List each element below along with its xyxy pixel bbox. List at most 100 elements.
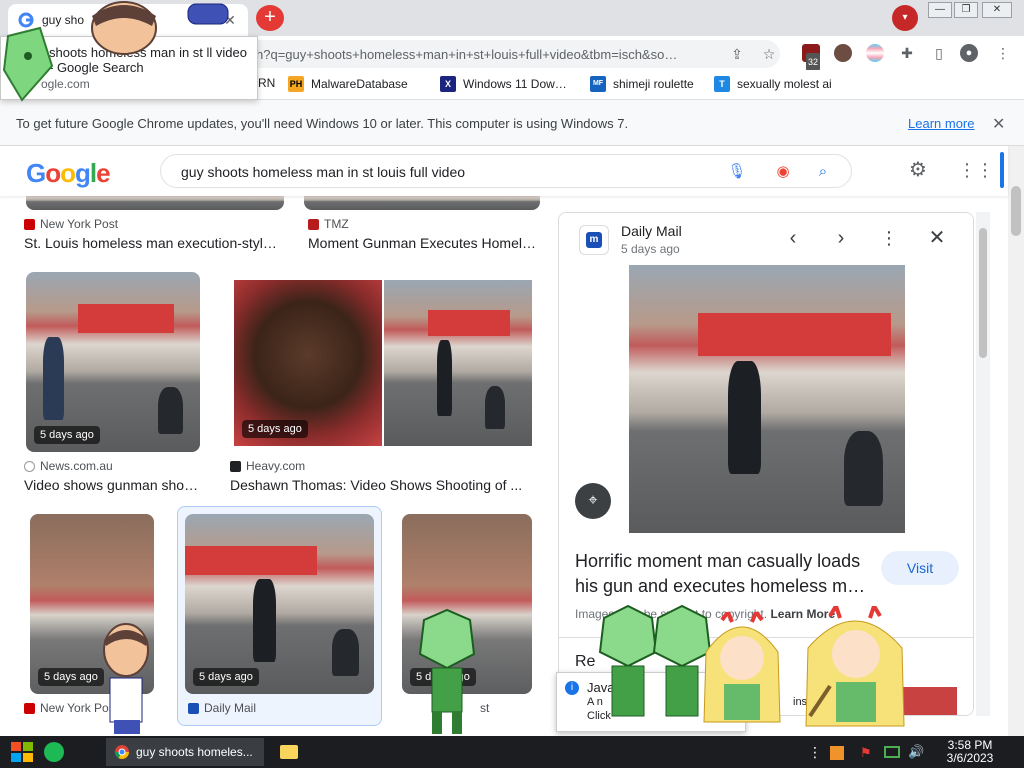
source-logo: m	[579, 225, 609, 255]
mascot-princess-icon[interactable]	[700, 612, 784, 738]
chrome-icon	[115, 745, 129, 759]
age-badge: 5 days ago	[34, 426, 100, 444]
search-icon[interactable]: ⌕	[813, 162, 833, 182]
file-explorer-taskbar-icon[interactable]	[280, 738, 298, 766]
figure	[484, 386, 506, 430]
source-label: New York Post	[40, 217, 119, 231]
mascot-cartoon-man-icon[interactable]	[78, 0, 238, 58]
result-source[interactable]: New York Post	[24, 217, 118, 231]
age-badge: 5 days ago	[193, 668, 259, 686]
profile-avatar-icon[interactable]: ●	[960, 44, 978, 62]
tray-overflow-icon[interactable]: ⋮	[808, 744, 822, 761]
mascot-cartoon-man-icon[interactable]	[98, 620, 154, 738]
mascot-gem-icon[interactable]	[410, 608, 484, 738]
side-panel-icon[interactable]: ▯	[930, 44, 948, 62]
scrollbar-thumb[interactable]	[979, 228, 987, 358]
network-icon[interactable]	[884, 746, 900, 758]
clock-date: 3/6/2023	[946, 751, 994, 765]
infobar-message: To get future Google Chrome updates, you…	[16, 116, 629, 131]
search-input[interactable]: guy shoots homeless man in st louis full…	[160, 154, 852, 188]
panel-age: 5 days ago	[621, 242, 680, 256]
chrome-taskbar-button[interactable]: guy shoots homeles...	[106, 738, 264, 766]
panel-scrollbar[interactable]	[976, 212, 990, 716]
settings-gear-icon[interactable]: ⚙	[908, 160, 928, 180]
result-title[interactable]: St. Louis homeless man execution-styl…	[24, 235, 284, 251]
ph-icon: PH	[288, 76, 304, 92]
tmz-icon	[308, 218, 319, 230]
figure	[844, 431, 883, 507]
result-title[interactable]: Moment Gunman Executes Homel…	[308, 235, 540, 251]
url-text: h?q=guy+shoots+homeless+man+in+st+louis+…	[256, 47, 678, 62]
windows-start-icon[interactable]	[10, 740, 34, 764]
bookmark-item-windows11[interactable]: X Windows 11 Dow…	[440, 76, 567, 92]
related-heading: Re	[575, 653, 596, 670]
mascot-princess-icon[interactable]	[800, 606, 910, 738]
tray-app-icon[interactable]	[830, 746, 844, 760]
new-tab-button[interactable]: +	[256, 5, 284, 31]
system-clock[interactable]: 3:58 PM 3/6/2023	[940, 739, 1000, 765]
infobar-close-icon[interactable]: ✕	[992, 114, 1005, 134]
action-center-flag-icon[interactable]: ⚑	[860, 745, 872, 761]
page-scrollbar[interactable]	[1008, 146, 1024, 736]
bookmark-label: RN	[258, 76, 276, 90]
update-infobar: To get future Google Chrome updates, you…	[0, 100, 1024, 146]
result-source[interactable]: Heavy.com	[230, 459, 305, 473]
scrollbar-thumb[interactable]	[1011, 186, 1021, 236]
mascot-gem-icon[interactable]	[0, 26, 60, 104]
preview-image[interactable]	[629, 265, 905, 533]
building	[698, 313, 892, 357]
image-result-thumb[interactable]: 5 days ago	[234, 280, 532, 446]
source-label: Daily Mail	[204, 701, 257, 715]
panel-source[interactable]: Daily Mail	[621, 223, 682, 239]
maximize-button[interactable]: ❐	[954, 2, 978, 18]
google-logo[interactable]: Google	[26, 158, 111, 189]
image-result-thumb[interactable]: 5 days ago	[26, 272, 200, 452]
minimize-button[interactable]: —	[928, 2, 952, 18]
extension-avatar-icon[interactable]	[834, 44, 852, 62]
nypost-icon	[24, 218, 35, 230]
apps-grid-icon[interactable]: ⋮⋮	[958, 160, 994, 180]
lens-search-icon[interactable]: ⌖	[575, 483, 611, 519]
figure	[728, 361, 762, 475]
result-source[interactable]: News.com.au	[24, 459, 113, 473]
result-title[interactable]: Video shows gunman sho…	[24, 477, 200, 493]
nypost-icon	[24, 702, 35, 714]
chevron-left-icon[interactable]: ‹	[781, 227, 805, 251]
result-source[interactable]: TMZ	[308, 217, 349, 231]
figure	[437, 339, 453, 417]
source-label: TMZ	[324, 217, 349, 231]
close-icon[interactable]: ✕	[925, 227, 949, 251]
camera-lens-icon[interactable]: ◉	[773, 162, 793, 182]
bookmark-item-malwaredatabase[interactable]: PH MalwareDatabase	[288, 76, 408, 92]
result-source[interactable]: Daily Mail	[188, 701, 256, 715]
learn-more-link[interactable]: Learn more	[908, 116, 974, 131]
more-vert-icon[interactable]: ⋮	[877, 227, 901, 251]
visit-button[interactable]: Visit	[881, 551, 959, 585]
chevron-right-icon[interactable]: ›	[829, 227, 853, 251]
microphone-icon[interactable]: 🎙	[727, 162, 747, 182]
result-title[interactable]: Deshawn Thomas: Video Shows Shooting of …	[230, 477, 530, 493]
image-result-thumb[interactable]: 5 days ago	[185, 514, 374, 694]
volume-icon[interactable]: 🔊	[908, 744, 924, 760]
bookmark-item-0[interactable]: RN	[258, 76, 275, 90]
bookmark-item-ai[interactable]: T sexually molest ai	[714, 76, 832, 92]
x-icon: X	[440, 76, 456, 92]
building	[428, 309, 510, 337]
extensions-puzzle-icon[interactable]: ✚	[898, 44, 916, 62]
dailymail-icon: m	[586, 232, 602, 248]
tab-search-button[interactable]: ▾	[892, 5, 918, 31]
spotify-taskbar-icon[interactable]	[44, 738, 64, 766]
bookmark-star-icon[interactable]: ☆	[760, 45, 778, 63]
panel-title[interactable]: Horrific moment man casually loads his g…	[575, 549, 875, 599]
window-close-button[interactable]: ✕	[982, 2, 1012, 18]
spotify-icon	[44, 742, 64, 762]
bookmark-label: MalwareDatabase	[311, 77, 408, 91]
figure	[158, 387, 183, 434]
age-badge: 5 days ago	[242, 420, 308, 438]
windows-taskbar: guy shoots homeles... ⋮ ⚑ 🔊 3:58 PM 3/6/…	[0, 736, 1024, 768]
share-icon[interactable]: ⇪	[728, 45, 746, 63]
bookmark-item-shimeji[interactable]: MF shimeji roulette	[590, 76, 694, 92]
extension-flag-icon[interactable]	[866, 44, 884, 62]
extension-icon[interactable]: 32	[802, 44, 821, 71]
chrome-menu-icon[interactable]: ⋮	[994, 44, 1012, 62]
